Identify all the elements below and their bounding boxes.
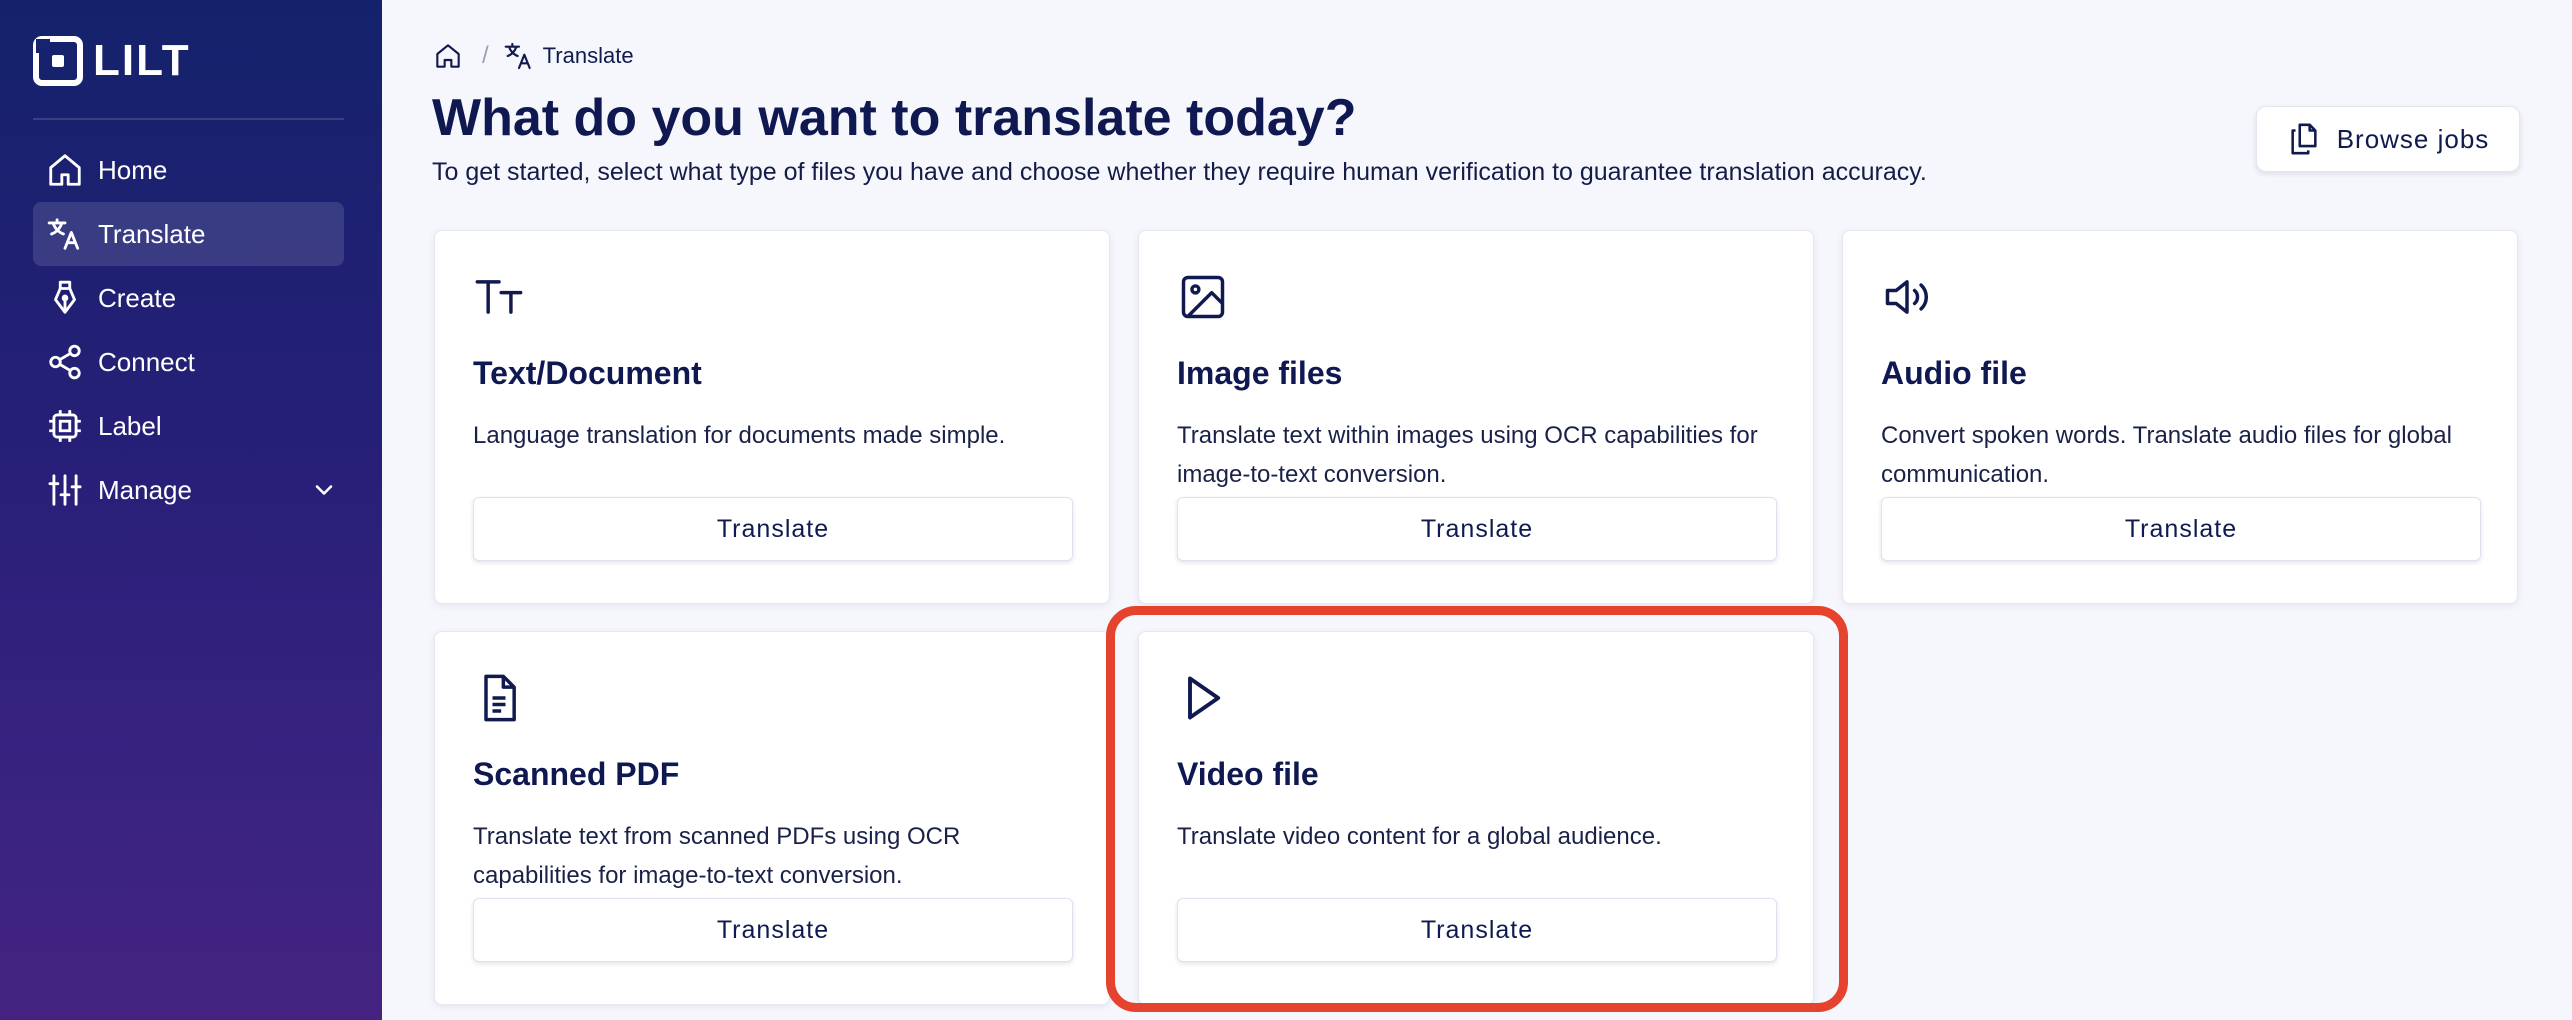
sidebar-item-label: Translate [98,218,206,249]
breadcrumb-current: Translate [542,43,634,68]
browse-jobs-label: Browse jobs [2336,123,2490,154]
sidebar-divider [33,118,344,120]
card-title: Image files [1177,355,1343,391]
card-audio-file: Audio file Convert spoken words. Transla… [1842,230,2518,604]
sidebar-item-create[interactable]: Create [33,266,344,330]
chevron-down-icon[interactable] [310,476,338,504]
translate-icon [504,42,531,70]
image-icon [1181,275,1225,319]
browse-jobs-button[interactable]: Browse jobs [2256,106,2520,172]
page-subtitle: To get started, select what type of file… [432,158,1927,186]
card-text-document: Text/Document Language translation for d… [434,230,1110,604]
sidebar-nav: Home Translate Create Connect Label Mana… [33,138,344,522]
sidebar-item-manage[interactable]: Manage [33,458,344,522]
app-logo[interactable]: LILT [33,30,344,92]
chip-icon [49,410,81,442]
card-description: Translate video content for a global aud… [1177,823,1662,850]
card-description: Convert spoken words. Translate audio fi… [1881,422,2452,488]
card-image-files: Image files Translate text within images… [1138,230,1814,604]
card-video-file: Video file Translate video content for a… [1138,631,1814,1005]
card-title: Audio file [1881,355,2027,391]
sidebar-item-home[interactable]: Home [33,138,344,202]
logo-text: LILT [93,36,191,85]
card-title: Video file [1177,756,1319,792]
translate-button[interactable]: Translate [1177,497,1777,561]
card-description: Translate text within images using OCR c… [1177,422,1758,488]
breadcrumb-separator: / [482,42,489,69]
translate-button[interactable]: Translate [473,497,1073,561]
sidebar-item-label: Connect [98,346,195,377]
sidebar: LILT Home Translate Create Connect Label… [0,0,382,1020]
text-size-icon [475,280,523,314]
logo-mark-icon [33,36,83,86]
sliders-icon [48,474,82,506]
home-icon [49,154,81,186]
copy-files-icon [2291,123,2317,155]
play-icon [1188,676,1221,720]
card-description: Language translation for documents made … [473,422,1006,449]
sidebar-item-translate[interactable]: Translate [33,202,344,266]
card-title: Text/Document [473,355,702,391]
card-scanned-pdf: Scanned PDF Translate text from scanned … [434,631,1110,1005]
breadcrumb: / Translate [432,38,634,74]
sidebar-item-label: Create [98,282,177,313]
translate-button[interactable]: Translate [473,898,1073,962]
sidebar-item-label-tool[interactable]: Label [33,394,344,458]
speaker-icon [1885,280,1929,314]
card-title: Scanned PDF [473,756,680,792]
document-icon [484,674,516,722]
translate-button[interactable]: Translate [1177,898,1777,962]
sidebar-item-label: Manage [98,474,192,505]
sidebar-item-label: Label [98,410,162,441]
page-title: What do you want to translate today? [432,89,1357,147]
sidebar-item-label: Home [98,154,168,185]
pen-nib-icon [54,280,76,314]
translate-button[interactable]: Translate [1881,497,2481,561]
home-icon[interactable] [432,40,464,72]
card-description: Translate text from scanned PDFs using O… [473,823,961,889]
main-content: / Translate What do you want to translat… [382,0,2572,1020]
share-nodes-icon [49,344,81,380]
sidebar-item-connect[interactable]: Connect [33,330,344,394]
translate-icon [47,218,80,250]
